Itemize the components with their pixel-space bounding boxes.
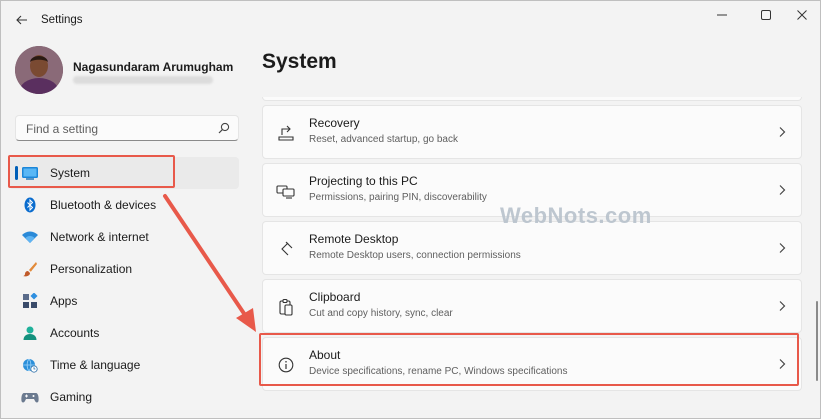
sidebar-item-apps[interactable]: Apps <box>9 285 239 317</box>
highlight-box-system <box>8 155 175 188</box>
watermark: WebNots.com <box>500 203 652 228</box>
settings-card-recovery[interactable]: Recovery Reset, advanced startup, go bac… <box>262 105 802 159</box>
search-box[interactable] <box>15 115 239 141</box>
card-subtitle: Reset, advanced startup, go back <box>309 134 458 145</box>
app-title: Settings <box>41 14 83 26</box>
card-subtitle: Remote Desktop users, connection permiss… <box>309 250 521 261</box>
card-subtitle: Cut and copy history, sync, clear <box>309 308 453 319</box>
paintbrush-icon <box>21 261 39 277</box>
scrollbar[interactable] <box>816 301 818 381</box>
sidebar-item-label: Apps <box>50 294 78 308</box>
user-name: Nagasundaram Arumugham <box>73 60 234 74</box>
bluetooth-icon <box>21 197 39 213</box>
maximize-button[interactable] <box>751 5 781 25</box>
back-button[interactable] <box>13 11 31 29</box>
clipboard-icon <box>276 297 296 317</box>
settings-card-clipped <box>262 97 802 101</box>
card-title: Projecting to this PC <box>309 174 418 188</box>
chevron-right-icon <box>779 185 786 195</box>
sidebar-item-label: Time & language <box>50 358 141 372</box>
card-title: Clipboard <box>309 290 361 304</box>
avatar[interactable] <box>15 46 63 94</box>
sidebar-nav: System Bluetooth & devices Network & int… <box>9 157 239 413</box>
maximize-icon <box>761 10 771 20</box>
close-button[interactable] <box>787 5 817 25</box>
title-bar: Settings <box>1 1 820 41</box>
sidebar-item-network[interactable]: Network & internet <box>9 221 239 253</box>
settings-card-remote-desktop[interactable]: Remote Desktop Remote Desktop users, con… <box>262 221 802 275</box>
sidebar-item-personalization[interactable]: Personalization <box>9 253 239 285</box>
settings-card-clipboard[interactable]: Clipboard Cut and copy history, sync, cl… <box>262 279 802 333</box>
recovery-icon <box>276 123 296 143</box>
user-email-blurred <box>73 76 213 84</box>
search-icon <box>218 122 230 134</box>
arrow-left-icon <box>16 15 27 25</box>
globe-clock-icon <box>21 357 39 373</box>
sidebar-item-gaming[interactable]: Gaming <box>9 381 239 413</box>
card-title: Remote Desktop <box>309 232 399 246</box>
sidebar-item-label: Gaming <box>50 390 93 404</box>
highlight-box-about <box>259 333 799 386</box>
projecting-icon <box>276 181 296 201</box>
sidebar-item-time-language[interactable]: Time & language <box>9 349 239 381</box>
minimize-button[interactable] <box>707 5 737 25</box>
minimize-icon <box>717 14 727 16</box>
chevron-right-icon <box>779 243 786 253</box>
chevron-right-icon <box>779 127 786 137</box>
gamepad-icon <box>21 389 39 405</box>
sidebar-item-label: Accounts <box>50 326 100 340</box>
card-title: Recovery <box>309 116 360 130</box>
search-input[interactable] <box>24 120 218 138</box>
card-subtitle: Permissions, pairing PIN, discoverabilit… <box>309 192 487 203</box>
apps-icon <box>21 293 39 309</box>
close-icon <box>797 10 807 20</box>
chevron-right-icon <box>779 301 786 311</box>
wifi-icon <box>21 229 39 245</box>
avatar-photo <box>15 46 63 94</box>
sidebar-item-bluetooth[interactable]: Bluetooth & devices <box>9 189 239 221</box>
sidebar-item-label: Network & internet <box>50 230 149 244</box>
sidebar-item-label: Personalization <box>50 262 133 276</box>
person-icon <box>21 325 39 341</box>
sidebar-item-label: Bluetooth & devices <box>50 198 157 212</box>
page-title: System <box>262 50 337 73</box>
remote-desktop-icon <box>276 239 296 259</box>
sidebar-item-accounts[interactable]: Accounts <box>9 317 239 349</box>
